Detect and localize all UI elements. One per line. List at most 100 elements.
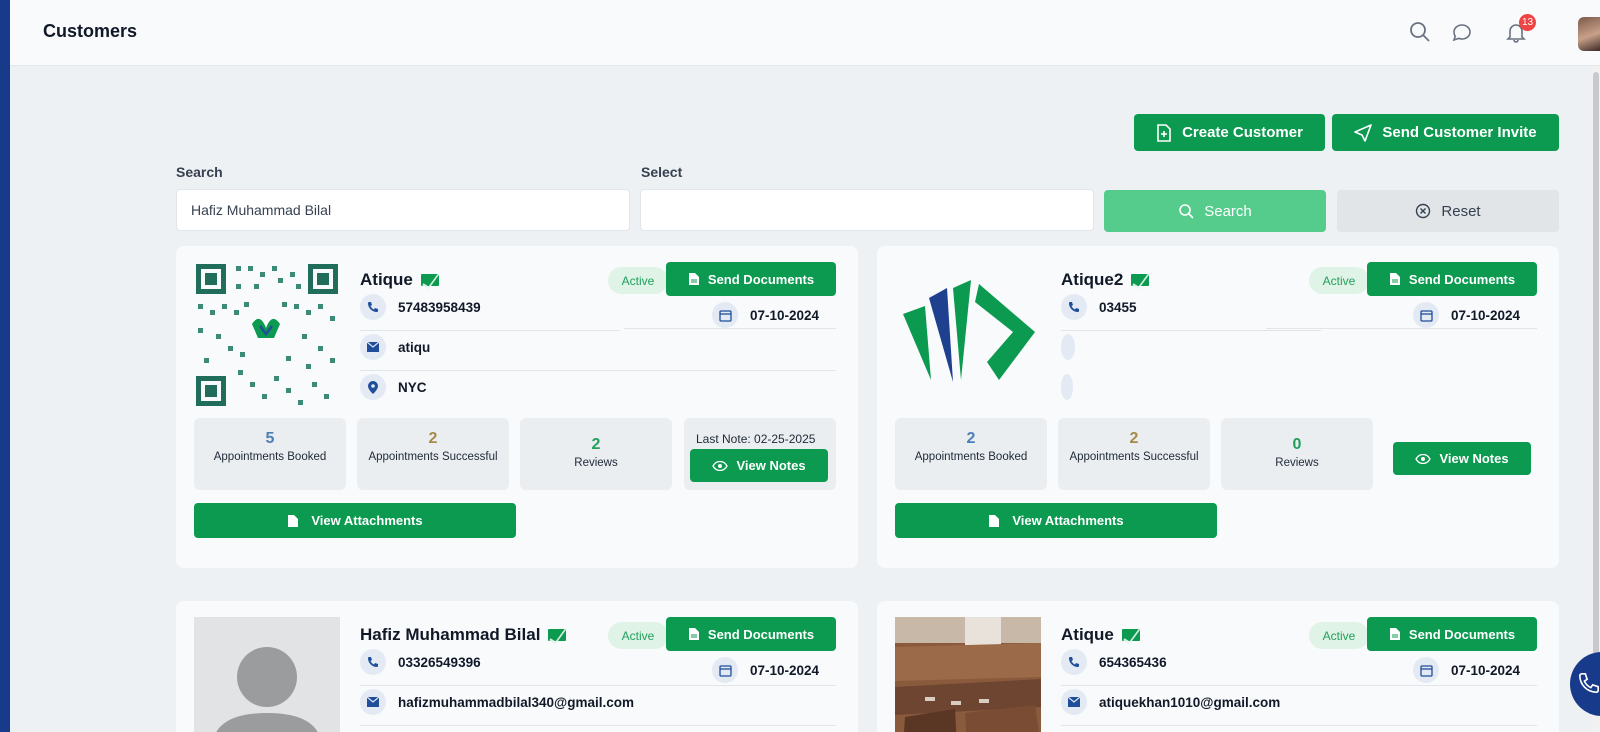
stat-value: 0: [1292, 436, 1302, 453]
stat-reviews: 0 Reviews: [1221, 418, 1373, 490]
email-row: [1061, 334, 1075, 360]
chat-icon[interactable]: [1450, 20, 1474, 44]
email-row: atiquekhan1010@gmail.com: [1061, 689, 1280, 715]
view-notes-label: View Notes: [736, 458, 806, 473]
document-icon: [989, 514, 1000, 527]
mail-icon: [420, 274, 439, 286]
top-bar: Customers: [10, 0, 1600, 66]
customer-name-text: Atique: [1061, 625, 1114, 644]
customer-date: 07-10-2024: [750, 662, 820, 678]
phone-row: 57483958439: [360, 294, 481, 320]
send-documents-button[interactable]: Send Documents: [666, 617, 836, 651]
customer-date: 07-10-2024: [750, 307, 820, 323]
calendar-icon: [1413, 657, 1439, 683]
stat-value: 2: [966, 430, 976, 447]
page-title: Customers: [43, 21, 138, 41]
mail-icon: [1121, 629, 1140, 641]
view-notes-button[interactable]: View Notes: [1393, 442, 1531, 475]
send-documents-button[interactable]: Send Documents: [1367, 617, 1537, 651]
phone-icon: [1061, 294, 1087, 320]
send-documents-label: Send Documents: [707, 626, 815, 642]
view-notes-label: View Notes: [1439, 451, 1509, 466]
close-circle-icon: [1416, 203, 1431, 219]
customer-name-text: Hafiz Muhammad Bilal: [360, 625, 541, 644]
last-note-text: Last Note: 02-25-2025: [696, 432, 816, 446]
document-icon: [1389, 628, 1400, 640]
stat-label: Appointments Booked: [213, 451, 327, 463]
send-documents-label: Send Documents: [1408, 626, 1516, 642]
search-input[interactable]: [176, 189, 630, 231]
stat-label: Appointments Booked: [914, 451, 1028, 463]
file-plus-icon: [1157, 123, 1171, 142]
date-row: 07-10-2024: [712, 657, 819, 683]
search-label: Search: [176, 164, 223, 180]
document-icon: [688, 628, 699, 640]
location-pin-icon: [360, 374, 386, 400]
stat-value: 2: [591, 436, 601, 453]
stat-value: 5: [265, 430, 275, 447]
document-icon: [688, 273, 699, 285]
view-attachments-button[interactable]: View Attachments: [194, 503, 516, 538]
reset-button-label: Reset: [1441, 202, 1481, 220]
customer-card: Atique Active Send Documents 654365436 0…: [877, 601, 1559, 732]
notification-badge: 13: [1519, 14, 1536, 31]
divider: [360, 685, 836, 686]
customer-name[interactable]: Atique2: [1061, 270, 1150, 290]
calendar-icon: [712, 657, 738, 683]
customer-photo: [895, 617, 1041, 732]
avatar-placeholder: [194, 617, 340, 732]
stat-label: Reviews: [1275, 457, 1319, 469]
calendar-icon: [712, 302, 738, 328]
document-icon: [1389, 273, 1400, 285]
mail-icon: [1131, 274, 1150, 286]
phone-icon: [1061, 649, 1087, 675]
customer-name[interactable]: Hafiz Muhammad Bilal: [360, 625, 567, 645]
email-text: hafizmuhammadbilal340@gmail.com: [398, 694, 634, 710]
envelope-icon: [360, 689, 386, 715]
select-dropdown[interactable]: [640, 189, 1094, 231]
phone-icon: [360, 294, 386, 320]
view-attachments-button[interactable]: View Attachments: [895, 503, 1217, 538]
user-avatar[interactable]: [1578, 17, 1600, 51]
stat-value: 2: [428, 430, 438, 447]
customer-name[interactable]: Atique: [1061, 625, 1140, 645]
customer-name-text: Atique2: [1061, 270, 1124, 289]
divider: [360, 330, 620, 331]
view-attachments-label: View Attachments: [311, 513, 423, 528]
send-documents-label: Send Documents: [707, 271, 815, 287]
customer-name[interactable]: Atique: [360, 270, 439, 290]
create-customer-label: Create Customer: [1182, 124, 1303, 141]
customer-name-text: Atique: [360, 270, 413, 289]
email-text: atiqu: [398, 339, 431, 355]
scrollbar-thumb[interactable]: [1593, 72, 1599, 672]
phone-icon: [360, 649, 386, 675]
search-icon[interactable]: [1408, 20, 1432, 44]
status-badge: Active: [608, 622, 668, 649]
customer-card: Atique Active Send Documents 57483958439…: [176, 246, 858, 568]
divider: [1061, 330, 1321, 331]
status-badge: Active: [1309, 267, 1369, 294]
stat-appointments-booked: 2 Appointments Booked: [895, 418, 1047, 490]
company-logo: [895, 262, 1041, 408]
stat-value: 2: [1129, 430, 1139, 447]
stat-appointments-booked: 5 Appointments Booked: [194, 418, 346, 490]
phone-row: 654365436: [1061, 649, 1167, 675]
call-button[interactable]: [1570, 652, 1600, 716]
send-documents-button[interactable]: Send Documents: [666, 262, 836, 296]
divider: [360, 725, 836, 726]
send-icon: [1354, 123, 1373, 142]
envelope-icon: [360, 334, 386, 360]
phone-number: 03326549396: [398, 654, 481, 670]
divider: [624, 328, 836, 329]
stat-label: Appointments Successful: [368, 451, 498, 463]
search-button[interactable]: Search: [1104, 190, 1326, 232]
select-label: Select: [641, 164, 683, 180]
send-invite-button[interactable]: Send Customer Invite: [1332, 114, 1559, 151]
customer-card: Hafiz Muhammad Bilal Active Send Documen…: [176, 601, 858, 732]
reset-button[interactable]: Reset: [1337, 190, 1559, 232]
email-text: atiquekhan1010@gmail.com: [1099, 694, 1281, 710]
email-row: hafizmuhammadbilal340@gmail.com: [360, 689, 634, 715]
send-documents-button[interactable]: Send Documents: [1367, 262, 1537, 296]
create-customer-button[interactable]: Create Customer: [1134, 114, 1325, 151]
view-notes-button[interactable]: View Notes: [690, 449, 828, 482]
